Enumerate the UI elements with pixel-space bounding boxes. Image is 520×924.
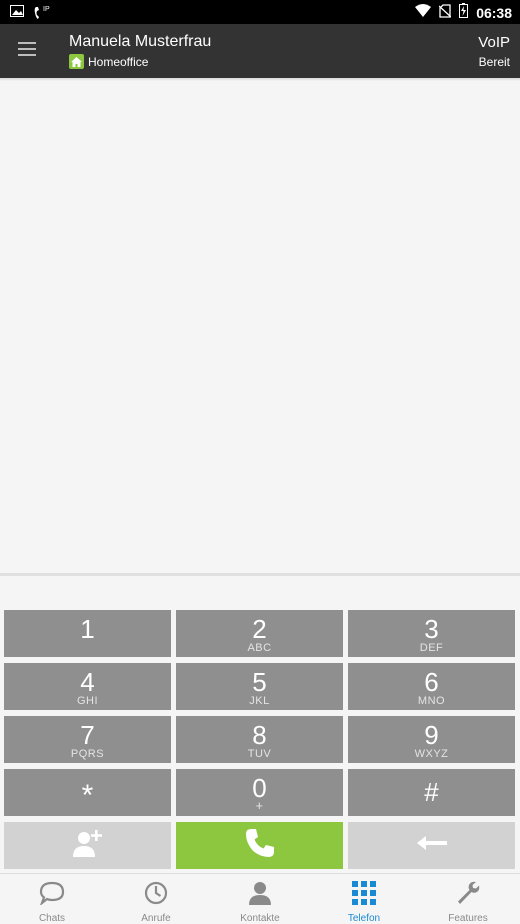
key-9[interactable]: 9 WXYZ xyxy=(348,716,515,763)
key-digit: 9 xyxy=(424,720,439,750)
nav-item-chats[interactable]: Chats xyxy=(0,874,104,924)
nav-label: Features xyxy=(448,913,488,924)
call-indicator-text: IP xyxy=(43,6,50,13)
presence-status[interactable]: Homeoffice xyxy=(69,54,148,69)
key-6[interactable]: 6 MNO xyxy=(348,663,515,710)
key-1[interactable]: 1 xyxy=(4,610,171,657)
key-0[interactable]: 0 + xyxy=(176,769,343,816)
home-icon xyxy=(69,54,84,69)
chat-bubble-icon xyxy=(39,881,65,910)
nav-item-telefon[interactable]: Telefon xyxy=(312,874,416,924)
nav-label: Chats xyxy=(38,913,66,924)
key-4[interactable]: 4 GHI xyxy=(4,663,171,710)
wifi-icon xyxy=(415,4,432,22)
key-letters: JKL xyxy=(249,695,270,707)
key-digit: 3 xyxy=(424,614,439,644)
nav-item-kontakte[interactable]: Kontakte xyxy=(208,874,312,924)
image-icon xyxy=(10,4,24,22)
status-bar: IP 06:38 xyxy=(0,0,520,24)
connection-type: VoIP xyxy=(478,34,510,51)
add-contact-icon xyxy=(72,829,103,862)
bottom-navigation: Chats Anrufe Kontakte Telefon Features xyxy=(0,873,520,924)
key-letters: PQRS xyxy=(70,748,105,760)
backspace-icon xyxy=(416,836,447,855)
key-digit: # xyxy=(424,777,439,807)
key-letters: WXYZ xyxy=(414,748,449,760)
connection-status: Bereit xyxy=(478,55,510,69)
nav-label: Kontakte xyxy=(240,913,280,924)
key-digit: 1 xyxy=(80,614,95,644)
key-letters: + xyxy=(255,798,264,813)
no-sim-icon xyxy=(438,3,452,23)
contact-name[interactable]: Manuela Musterfrau xyxy=(69,33,211,51)
key-letters: MNO xyxy=(417,695,446,707)
dialpad-divider xyxy=(0,573,520,576)
dialpad-icon xyxy=(352,881,376,910)
nav-item-anrufe[interactable]: Anrufe xyxy=(104,874,208,924)
backspace-button[interactable] xyxy=(348,822,515,869)
key-7[interactable]: 7 PQRS xyxy=(4,716,171,763)
key-digit: 8 xyxy=(252,720,267,750)
key-letters: TUV xyxy=(247,748,272,760)
key-5[interactable]: 5 JKL xyxy=(176,663,343,710)
call-button[interactable] xyxy=(176,822,343,869)
wrench-icon xyxy=(456,881,480,910)
key-digit: 2 xyxy=(252,614,267,644)
nav-label: Telefon xyxy=(347,913,381,924)
key-digit: 4 xyxy=(80,667,95,697)
app-bar: Manuela Musterfrau Homeoffice VoIP Berei… xyxy=(0,24,520,78)
key-digit: * xyxy=(81,779,94,812)
key-hash[interactable]: # xyxy=(348,769,515,816)
key-letters: ABC xyxy=(247,642,272,654)
number-display[interactable] xyxy=(0,81,520,573)
key-digit: 5 xyxy=(252,667,267,697)
key-digit: 6 xyxy=(424,667,439,697)
menu-icon[interactable] xyxy=(18,42,36,56)
presence-status-label: Homeoffice xyxy=(88,54,149,69)
person-icon xyxy=(248,881,272,910)
battery-icon xyxy=(459,3,469,23)
clock-time: 06:38 xyxy=(476,5,512,21)
key-star[interactable]: * xyxy=(4,769,171,816)
key-letters: DEF xyxy=(419,642,444,654)
phone-ip-icon: IP xyxy=(34,6,50,20)
key-3[interactable]: 3 DEF xyxy=(348,610,515,657)
key-letters: GHI xyxy=(76,695,99,707)
clock-icon xyxy=(144,881,168,910)
key-digit: 7 xyxy=(80,720,95,750)
add-contact-button[interactable] xyxy=(4,822,171,869)
phone-icon xyxy=(244,827,276,864)
nav-label: Anrufe xyxy=(141,913,171,924)
key-8[interactable]: 8 TUV xyxy=(176,716,343,763)
key-2[interactable]: 2 ABC xyxy=(176,610,343,657)
nav-item-features[interactable]: Features xyxy=(416,874,520,924)
